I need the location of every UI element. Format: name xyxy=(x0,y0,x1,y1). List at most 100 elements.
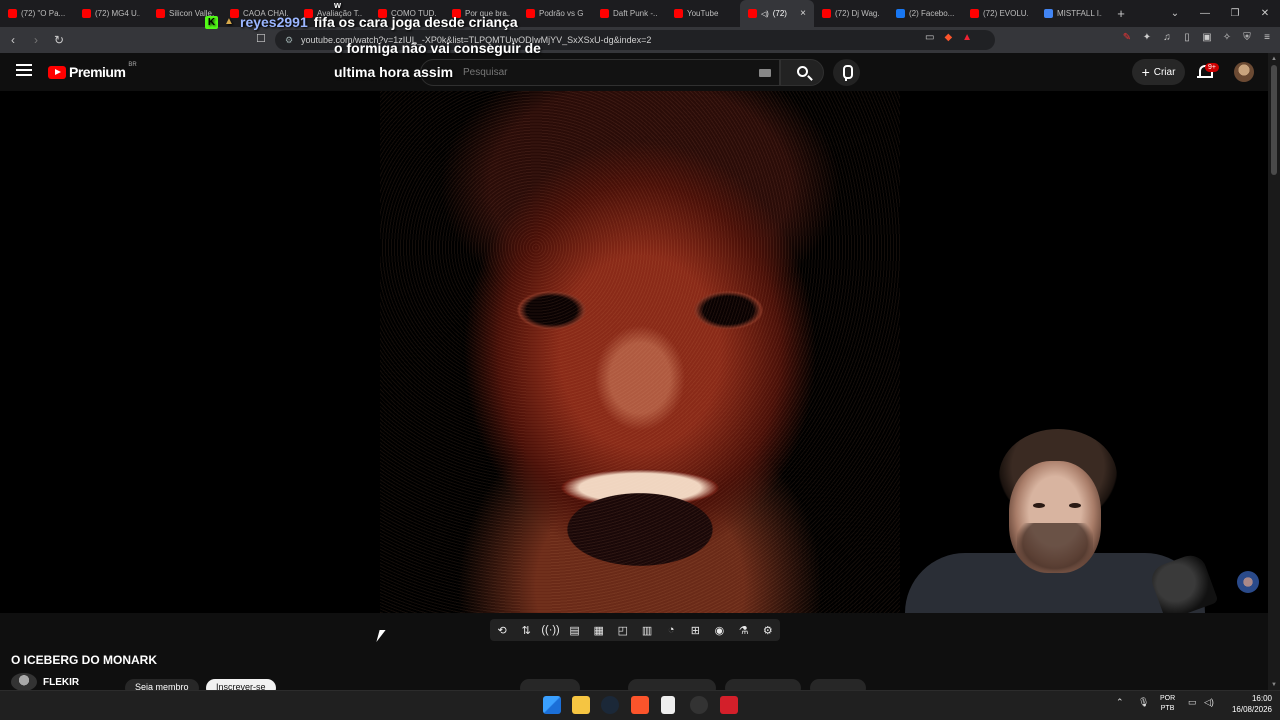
logo-word: Premium xyxy=(69,64,126,80)
extensions-icon[interactable]: ✦ xyxy=(1140,32,1154,46)
tray-overflow-icon[interactable]: ⌃ xyxy=(1116,697,1124,708)
flask-icon[interactable]: ⚗ xyxy=(735,624,753,637)
browser-tab[interactable]: (72) "O Pa... xyxy=(0,0,74,27)
browser-tab[interactable]: (72) EVOLU... xyxy=(962,0,1036,27)
close-window-button[interactable]: ✕ xyxy=(1250,8,1280,19)
lang-top: POR xyxy=(1160,695,1176,702)
brave-shield-icon[interactable]: ◆ xyxy=(944,32,952,43)
browser-tab[interactable]: Podrão vs G... xyxy=(518,0,592,27)
volume-icon[interactable]: ◁) xyxy=(1204,697,1214,708)
language-indicator[interactable]: POR PTB xyxy=(1160,694,1175,714)
search-icon xyxy=(797,66,808,77)
tab-audio-icon[interactable]: ◁) xyxy=(761,10,769,18)
reload-button[interactable]: ↻ xyxy=(49,33,69,47)
file-explorer-icon[interactable] xyxy=(572,696,590,714)
subscriber-badge-icon: ▲ xyxy=(224,15,234,27)
site-info-icon[interactable]: ⚙ xyxy=(285,35,301,46)
browser-tab[interactable]: (72) Dj Wag... xyxy=(814,0,888,27)
keyboard-icon[interactable] xyxy=(759,69,771,77)
scroll-up-icon[interactable]: ▲ xyxy=(1271,56,1277,62)
browser-tab[interactable]: YouTube xyxy=(666,0,740,27)
browser-tab[interactable]: Daft Punk -... xyxy=(592,0,666,27)
tab-label: MISTFALL I... xyxy=(1057,9,1102,18)
cinema-mode-icon[interactable]: ▤ xyxy=(566,624,584,637)
channel-avatar[interactable] xyxy=(11,673,37,691)
youtube-logo[interactable]: Premium BR xyxy=(48,62,137,80)
channel-name[interactable]: FLEKIR xyxy=(43,677,79,688)
tab-label: (2) Facebo... xyxy=(909,9,954,18)
browser-tab[interactable]: MISTFALL I... xyxy=(1036,0,1110,27)
media-icon[interactable]: ♫ xyxy=(1160,32,1174,46)
maximize-button[interactable]: ❐ xyxy=(1220,8,1250,19)
voice-search-button[interactable] xyxy=(833,59,860,86)
menu-icon[interactable]: ≡ xyxy=(1260,32,1274,46)
video-player[interactable] xyxy=(0,91,1268,613)
wallet-icon[interactable]: ▣ xyxy=(1200,32,1214,46)
chat-username: reyes2991 xyxy=(240,14,308,30)
tab-favicon-icon xyxy=(526,9,535,18)
settings-gear-icon[interactable]: ⚙ xyxy=(759,624,777,637)
tab-search-icon[interactable]: ⌄ xyxy=(1160,8,1190,19)
tab-favicon-icon xyxy=(970,9,979,18)
brave-browser-icon[interactable] xyxy=(631,696,649,714)
create-button[interactable]: + Criar xyxy=(1132,59,1185,85)
tray-mic-icon[interactable]: 🎙 xyxy=(1138,697,1149,708)
browser-tab[interactable]: (2) Facebo... xyxy=(888,0,962,27)
screenshot-icon[interactable]: ◉ xyxy=(710,624,728,637)
audio-icon[interactable]: ((·)) xyxy=(541,624,559,636)
chat-fragment: w xyxy=(334,0,342,10)
brave-rewards-icon[interactable]: ▲ xyxy=(962,32,972,43)
forward-button[interactable]: › xyxy=(26,33,46,47)
browser-tab[interactable]: (72) MG4 U... xyxy=(74,0,148,27)
notification-badge: 9+ xyxy=(1205,63,1219,72)
add-icon[interactable]: ⊞ xyxy=(686,624,704,637)
leo-ai-icon[interactable]: ✧ xyxy=(1220,32,1234,46)
network-icon[interactable]: ▭ xyxy=(1188,697,1197,708)
back-button[interactable]: ‹ xyxy=(3,33,23,47)
scroll-down-icon[interactable]: ▼ xyxy=(1271,682,1277,688)
steam-icon[interactable] xyxy=(601,696,619,714)
clock-date: 16/08/2026 xyxy=(1231,705,1272,714)
picture-in-picture-icon[interactable]: ◰ xyxy=(614,624,632,637)
tab-favicon-icon xyxy=(156,9,165,18)
chat-message-line-3: ultima hora assim xyxy=(334,64,454,80)
tab-favicon-icon xyxy=(896,9,905,18)
tab-favicon-icon xyxy=(600,9,609,18)
new-tab-button[interactable]: + xyxy=(1110,6,1132,21)
speed-icon[interactable]: ◔ xyxy=(662,624,680,636)
youtube-play-icon xyxy=(48,65,66,79)
clapper-icon[interactable]: ▦ xyxy=(590,624,608,637)
omnibox-actions: ▭ ◆ ▲ xyxy=(925,32,972,43)
channel-row: FLEKIR xyxy=(11,673,79,691)
player-toolbar: ⟲ ⇅ ((·)) ▤ ▦ ◰ ▥ ◔ ⊞ ◉ ⚗ ⚙ xyxy=(490,619,780,641)
search-button[interactable] xyxy=(780,59,824,86)
cast-icon[interactable]: ▭ xyxy=(925,32,934,43)
close-tab-icon[interactable]: × xyxy=(800,8,806,19)
sidebar-icon[interactable]: ▯ xyxy=(1180,32,1194,46)
tab-favicon-icon xyxy=(82,9,91,18)
page-scrollbar[interactable]: ▲ ▼ xyxy=(1268,53,1280,690)
windows-start-icon[interactable] xyxy=(543,696,561,714)
extension-pen-icon[interactable]: ✎ xyxy=(1120,32,1134,46)
bookmark-icon[interactable]: ☐ xyxy=(256,32,266,45)
vpn-icon[interactable]: ⛨ xyxy=(1240,32,1254,46)
avatar[interactable] xyxy=(1234,62,1254,82)
red-app-icon[interactable] xyxy=(720,696,738,714)
browser-tab[interactable]: ◁) (72) × xyxy=(740,0,814,27)
tab-label: YouTube xyxy=(687,9,719,18)
plus-icon: + xyxy=(1141,64,1150,80)
channel-watermark[interactable] xyxy=(1237,571,1259,593)
document-app-icon[interactable] xyxy=(661,696,675,714)
chat-message-line-1: fifa os cara joga desde criança xyxy=(313,14,518,30)
tab-label: (72) MG4 U... xyxy=(95,9,140,18)
scrollbar-thumb[interactable] xyxy=(1271,65,1277,175)
loop-icon[interactable]: ⟲ xyxy=(493,624,511,637)
video-title: O ICEBERG DO MONARK xyxy=(11,653,158,667)
minimize-button[interactable]: — xyxy=(1190,8,1220,19)
search-input[interactable]: Pesquisar xyxy=(420,59,780,86)
film-strip-icon[interactable]: ▥ xyxy=(638,624,656,637)
obs-icon[interactable] xyxy=(690,696,708,714)
hamburger-menu-icon[interactable] xyxy=(16,64,32,76)
taskbar-clock[interactable]: 16:00 16/08/2026 xyxy=(1226,693,1272,715)
sort-icon[interactable]: ⇅ xyxy=(517,624,535,637)
